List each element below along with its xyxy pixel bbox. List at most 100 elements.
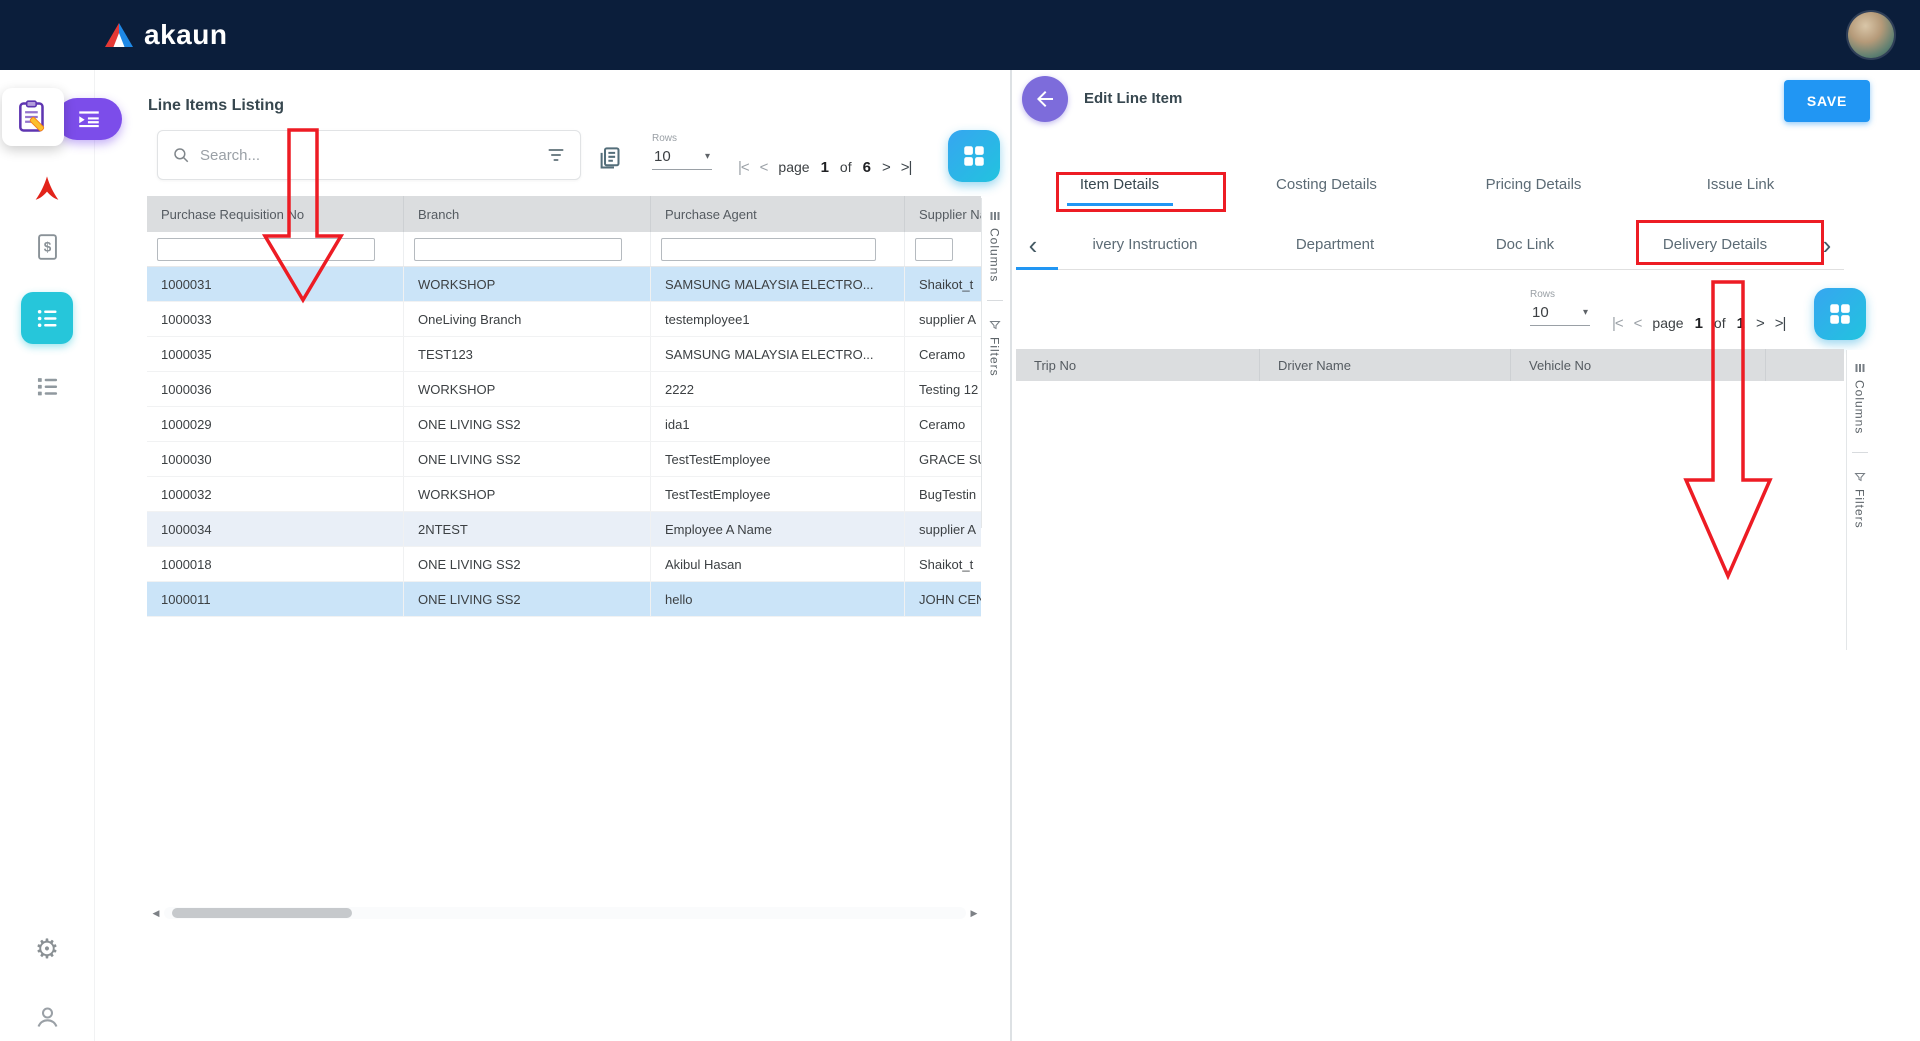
of-word: of xyxy=(1714,315,1726,331)
subtabs-scroll-left-icon[interactable]: ‹ xyxy=(1016,232,1050,258)
page-word: page xyxy=(778,159,809,175)
rows-value: 10 xyxy=(654,148,671,165)
scroll-right-button[interactable]: ▶ xyxy=(968,908,980,919)
tab-item-details[interactable]: Item Details xyxy=(1016,160,1223,208)
column-header-vehicle-no[interactable]: Vehicle No xyxy=(1511,349,1766,381)
tab-delivery-instruction[interactable]: ivery Instruction xyxy=(1050,236,1240,253)
clipboard-pencil-icon xyxy=(14,98,52,136)
filters-toggle[interactable]: Filters xyxy=(988,319,1002,377)
copy-list-icon xyxy=(596,145,623,172)
filters-rail-label: Filters xyxy=(988,337,1002,377)
rows-label: Rows xyxy=(652,133,722,144)
filter-sort-icon[interactable] xyxy=(546,145,566,165)
column-header-purchase-agent[interactable]: Purchase Agent xyxy=(651,196,905,232)
tab-pricing-details[interactable]: Pricing Details xyxy=(1430,160,1637,208)
filter-funnel-icon xyxy=(1854,471,1866,483)
table-header-row: Purchase Requisition No Branch Purchase … xyxy=(147,196,981,232)
table-filter-row xyxy=(147,232,981,267)
last-page-button[interactable]: >| xyxy=(901,159,912,176)
settings-gear-icon[interactable]: ⚙ xyxy=(32,934,62,964)
next-page-button[interactable]: > xyxy=(1756,315,1764,332)
tab-delivery-details[interactable]: Delivery Details xyxy=(1620,236,1810,253)
dropdown-arrow-icon: ▾ xyxy=(1583,307,1588,318)
table-row[interactable]: 1000011 ONE LIVING SS2 hello JOHN CEN xyxy=(147,582,981,617)
rail-divider xyxy=(1852,452,1868,453)
detail-list-icon xyxy=(34,373,61,400)
page-number: 1 xyxy=(1695,315,1703,332)
first-page-button[interactable]: |< xyxy=(1612,315,1623,332)
acrobat-icon xyxy=(31,173,63,205)
user-avatar[interactable] xyxy=(1848,12,1894,58)
filter-input-purchase-agent[interactable] xyxy=(661,238,876,261)
column-header-branch[interactable]: Branch xyxy=(404,196,651,232)
rows-per-page: Rows 10 ▾ xyxy=(652,133,722,170)
filters-rail-label: Filters xyxy=(1853,489,1867,529)
delivery-details-table: Trip No Driver Name Vehicle No xyxy=(1016,349,1844,641)
back-button[interactable] xyxy=(1022,76,1068,122)
column-header-trip-no[interactable]: Trip No xyxy=(1016,349,1260,381)
table-row[interactable]: 1000030 ONE LIVING SS2 TestTestEmployee … xyxy=(147,442,981,477)
tab-department[interactable]: Department xyxy=(1240,236,1430,253)
indent-menu-icon xyxy=(76,106,102,132)
page-number: 1 xyxy=(821,159,829,176)
page-total: 6 xyxy=(863,159,871,176)
of-word: of xyxy=(840,159,852,175)
profile-person-icon[interactable] xyxy=(33,1002,61,1032)
search-input[interactable] xyxy=(200,147,536,164)
panel-divider xyxy=(1010,70,1012,1041)
page-total: 1 xyxy=(1737,315,1745,332)
table-row[interactable]: 1000018 ONE LIVING SS2 Akibul Hasan Shai… xyxy=(147,547,981,582)
search-icon xyxy=(172,146,190,164)
rows-select[interactable]: 10 ▾ xyxy=(652,147,712,170)
dropdown-arrow-icon: ▾ xyxy=(705,151,710,162)
akaun-brand[interactable]: akaun xyxy=(104,19,227,51)
filters-toggle[interactable]: Filters xyxy=(1853,471,1867,529)
scrollbar-thumb[interactable] xyxy=(172,908,352,918)
prev-page-button[interactable]: < xyxy=(1634,315,1642,332)
table-header-row: Trip No Driver Name Vehicle No xyxy=(1016,349,1844,381)
scroll-left-button[interactable]: ◀ xyxy=(150,908,162,919)
filter-input-branch[interactable] xyxy=(414,238,622,261)
scrollbar-track[interactable] xyxy=(164,907,966,919)
duplicate-list-button[interactable] xyxy=(596,145,623,177)
columns-toggle[interactable]: Columns xyxy=(1853,362,1867,434)
sidebar-item-line-items[interactable] xyxy=(21,292,73,344)
filter-input-requisition-no[interactable] xyxy=(157,238,375,261)
table-row[interactable]: 1000029 ONE LIVING SS2 ida1 Ceramo xyxy=(147,407,981,442)
table-row[interactable]: 1000034 2NTEST Employee A Name supplier … xyxy=(147,512,981,547)
rows-per-page: Rows 10 ▾ xyxy=(1530,289,1600,326)
tab-issue-link[interactable]: Issue Link xyxy=(1637,160,1844,208)
column-header-driver-name[interactable]: Driver Name xyxy=(1260,349,1511,381)
tab-costing-details[interactable]: Costing Details xyxy=(1223,160,1430,208)
column-header-empty xyxy=(1766,349,1844,381)
sidebar-expand-button[interactable] xyxy=(56,98,122,140)
brand-text: akaun xyxy=(144,19,227,51)
table-row[interactable]: 1000031 WORKSHOP SAMSUNG MALAYSIA ELECTR… xyxy=(147,267,981,302)
filter-input-supplier[interactable] xyxy=(915,238,953,261)
rows-select[interactable]: 10 ▾ xyxy=(1530,303,1590,326)
sidebar-item-billing[interactable]: $ xyxy=(33,232,61,262)
column-header-supplier[interactable]: Supplier Name xyxy=(905,196,981,232)
last-page-button[interactable]: >| xyxy=(1775,315,1786,332)
save-button[interactable]: SAVE xyxy=(1784,80,1870,122)
horizontal-scrollbar: ◀ ▶ xyxy=(150,906,980,920)
apps-grid-button[interactable] xyxy=(948,130,1000,182)
sidebar-item-workspace[interactable] xyxy=(2,88,64,146)
table-row[interactable]: 1000032 WORKSHOP TestTestEmployee BugTes… xyxy=(147,477,981,512)
sidebar-item-pdf[interactable] xyxy=(30,172,64,206)
column-header-purchase-requisition-no[interactable]: Purchase Requisition No xyxy=(147,196,404,232)
table-row[interactable]: 1000033 OneLiving Branch testemployee1 s… xyxy=(147,302,981,337)
subtabs-scroll-right-icon[interactable]: › xyxy=(1810,232,1844,258)
prev-page-button[interactable]: < xyxy=(760,159,768,176)
table-row[interactable]: 1000035 TEST123 SAMSUNG MALAYSIA ELECTRO… xyxy=(147,337,981,372)
next-page-button[interactable]: > xyxy=(882,159,890,176)
tab-doc-link[interactable]: Doc Link xyxy=(1430,236,1620,253)
table-row[interactable]: 1000036 WORKSHOP 2222 Testing 12 xyxy=(147,372,981,407)
active-subtab-indicator xyxy=(1016,267,1058,270)
sidebar-item-listing[interactable] xyxy=(33,372,61,400)
table-side-rail: Columns Filters xyxy=(981,198,1007,528)
rows-label: Rows xyxy=(1530,289,1600,300)
columns-toggle[interactable]: Columns xyxy=(988,210,1002,282)
first-page-button[interactable]: |< xyxy=(738,159,749,176)
apps-grid-button[interactable] xyxy=(1814,288,1866,340)
